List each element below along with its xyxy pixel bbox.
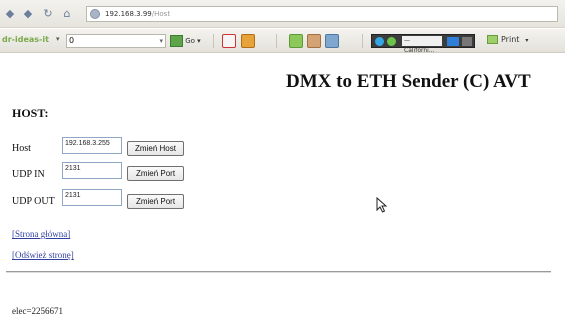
calendar-icon[interactable] — [307, 34, 321, 48]
udp-out-input[interactable]: 2131 — [62, 189, 122, 206]
feed-icon[interactable] — [241, 34, 255, 48]
toolbar-search-input[interactable]: 0 ▾ — [66, 34, 166, 48]
weather-icon — [447, 37, 459, 46]
address-path: /Host — [151, 10, 171, 18]
host-heading: HOST: — [12, 106, 49, 120]
go-icon — [170, 35, 183, 47]
change-host-button[interactable]: Zmień Host — [127, 141, 184, 156]
udp-out-label: UDP OUT — [12, 196, 55, 207]
chevron-down-icon[interactable]: ▾ — [525, 37, 528, 44]
toolbar-divider — [362, 34, 363, 48]
change-udp-in-button[interactable]: Zmień Port — [127, 166, 184, 181]
forward-icon[interactable]: ◆ — [21, 7, 35, 21]
site-icon — [90, 9, 100, 19]
bookmark-icon[interactable] — [222, 34, 236, 48]
toolbar-brand[interactable]: dr-ideas-it — [2, 35, 49, 44]
change-udp-out-button[interactable]: Zmień Port — [127, 194, 184, 209]
go-button[interactable]: Go ▾ — [170, 34, 206, 48]
mail-icon[interactable] — [289, 34, 303, 48]
print-button[interactable]: Print ▾ — [487, 35, 528, 44]
toolbar-divider — [213, 34, 214, 48]
horizontal-divider — [6, 271, 551, 273]
globe-icon — [375, 37, 384, 46]
print-label: Print — [501, 35, 520, 44]
footer-status-text: elec=2256671 — [12, 306, 64, 314]
photos-icon[interactable] — [325, 34, 339, 48]
address-host: 192.168.3.99 — [105, 10, 152, 18]
weather-widget[interactable]: — Californi... — [371, 34, 475, 54]
host-label: Host — [12, 143, 31, 154]
back-icon[interactable]: ◆ — [3, 7, 17, 21]
udp-in-input[interactable]: 2131 — [62, 162, 122, 179]
host-input[interactable]: 192.168.3.255 — [62, 137, 122, 154]
settings-icon[interactable] — [462, 37, 472, 46]
page-title: DMX to ETH Sender (C) AVT — [286, 71, 531, 92]
address-bar[interactable]: 192.168.3.99/Host — [86, 6, 558, 22]
refresh-page-link[interactable]: [Odśwież stronę] — [12, 250, 74, 260]
printer-icon — [487, 35, 498, 44]
browser-nav-bar: ◆ ◆ ↻ ⌂ 192.168.3.99/Host — [0, 0, 565, 28]
home-page-link[interactable]: [Strona główna] — [12, 229, 70, 239]
browser-toolbar: dr-ideas-it ▾ 0 ▾ Go ▾ — Californi... Pr… — [0, 29, 565, 54]
toolbar-divider — [276, 34, 277, 48]
home-icon[interactable]: ⌂ — [60, 7, 74, 21]
chevron-down-icon[interactable]: ▾ — [56, 35, 60, 43]
go-label: Go — [185, 37, 195, 45]
status-icon — [387, 37, 396, 46]
mouse-cursor-icon — [376, 197, 388, 213]
chevron-down-icon[interactable]: ▾ — [159, 35, 163, 47]
weather-location[interactable]: — Californi... — [402, 36, 442, 54]
udp-in-label: UDP IN — [12, 169, 45, 180]
reload-icon[interactable]: ↻ — [41, 7, 55, 21]
toolbar-search-value: 0 — [69, 36, 75, 45]
